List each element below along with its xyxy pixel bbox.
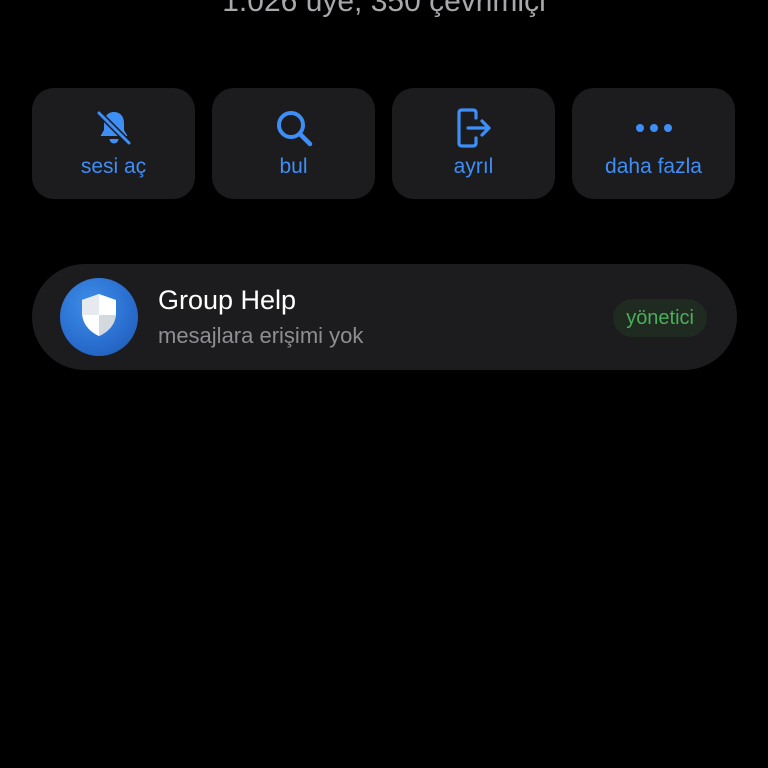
avatar <box>60 278 138 356</box>
member-name: Group Help <box>158 285 297 315</box>
more-icon <box>632 106 676 150</box>
member-status: mesajlara erişimi yok <box>158 323 364 348</box>
unmute-label: sesi aç <box>80 155 147 178</box>
member-list-item[interactable]: Group Help mesajlara erişimi yok yönetic… <box>32 264 737 370</box>
more-button[interactable]: daha fazla <box>572 88 735 199</box>
search-button[interactable]: bul <box>212 88 375 199</box>
admin-role-badge: yönetici <box>613 299 707 337</box>
leave-label: ayrıl <box>453 155 494 178</box>
group-info-page: 1.026 üye, 350 çevrimiçi sesi aç bul ayr… <box>0 0 768 768</box>
leave-button[interactable]: ayrıl <box>392 88 555 199</box>
search-label: bul <box>279 155 308 178</box>
action-buttons-row: sesi aç bul ayrıl daha fazla <box>32 88 735 199</box>
leave-icon <box>452 106 496 150</box>
bell-slash-icon <box>92 106 136 150</box>
shield-icon <box>78 292 120 343</box>
member-count-subtitle: 1.026 üye, 350 çevrimiçi <box>222 0 546 18</box>
unmute-button[interactable]: sesi aç <box>32 88 195 199</box>
search-icon <box>272 106 316 150</box>
more-label: daha fazla <box>605 155 702 178</box>
